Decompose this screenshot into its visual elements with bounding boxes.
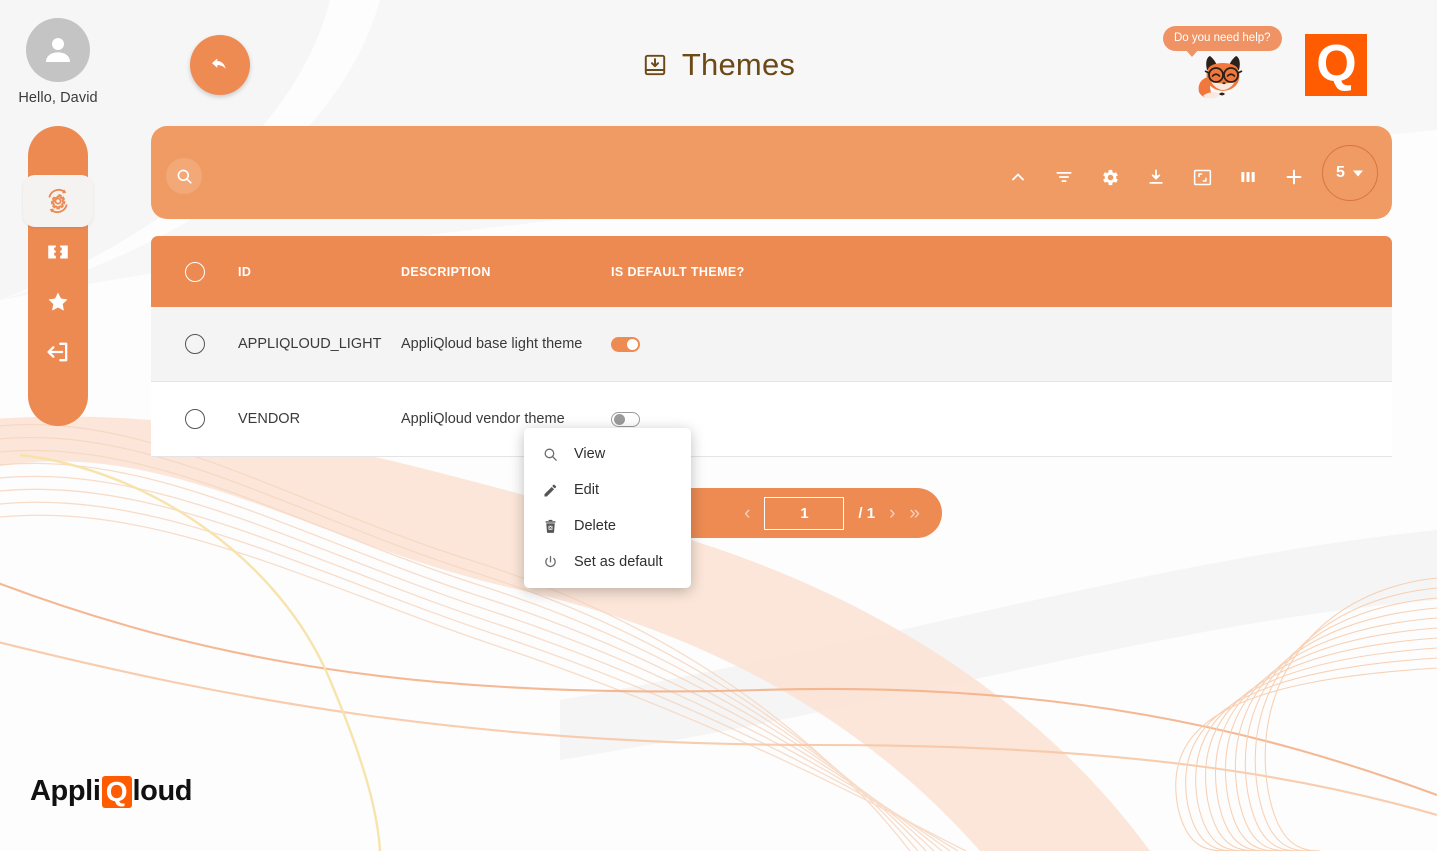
table-row[interactable]: VENDOR AppliQloud vendor theme bbox=[151, 382, 1392, 457]
chevron-up-icon bbox=[1008, 167, 1028, 187]
sidebar-item-tickets[interactable] bbox=[28, 227, 88, 277]
next-page-button[interactable]: › bbox=[889, 504, 895, 523]
menu-item-set-default[interactable]: Set as default bbox=[524, 544, 691, 580]
menu-item-label: Set as default bbox=[574, 554, 663, 570]
themes-table: ID DESCRIPTION IS DEFAULT THEME? APPLIQL… bbox=[151, 236, 1392, 457]
row-select-cell bbox=[151, 409, 238, 429]
brand-q-box: Q bbox=[102, 776, 132, 808]
download-icon bbox=[1146, 167, 1166, 187]
settings-button[interactable] bbox=[1090, 157, 1130, 197]
sidebar bbox=[28, 126, 88, 426]
search-button[interactable] bbox=[166, 158, 202, 194]
import-download-icon bbox=[642, 52, 668, 78]
page-title-text: Themes bbox=[682, 47, 795, 83]
menu-item-label: Edit bbox=[574, 482, 599, 498]
table-toolbar: 5 bbox=[151, 126, 1392, 219]
table-row[interactable]: APPLIQLOUD_LIGHT AppliQloud base light t… bbox=[151, 307, 1392, 382]
plus-icon bbox=[1283, 166, 1305, 188]
collapse-button[interactable] bbox=[998, 157, 1038, 197]
select-all-radio[interactable] bbox=[185, 262, 205, 282]
cell-id: VENDOR bbox=[238, 411, 401, 427]
brand-logo: Q bbox=[1305, 34, 1367, 96]
toolbar-actions: 5 bbox=[998, 153, 1378, 201]
row-select-radio[interactable] bbox=[185, 409, 205, 429]
footer-brand-logo: Appli Q loud bbox=[30, 775, 192, 808]
settings-sync-icon bbox=[43, 186, 73, 216]
cell-is-default bbox=[611, 412, 1392, 427]
cell-description: AppliQloud base light theme bbox=[401, 336, 611, 352]
column-header-description[interactable]: DESCRIPTION bbox=[401, 265, 611, 279]
filter-icon bbox=[1054, 167, 1074, 187]
trash-icon bbox=[542, 518, 559, 535]
rows-per-page-value: 5 bbox=[1336, 164, 1345, 182]
gear-icon bbox=[1100, 167, 1121, 188]
total-pages-label: / 1 bbox=[858, 505, 875, 522]
app-root: Hello, David bbox=[0, 0, 1437, 851]
cell-is-default bbox=[611, 337, 1392, 352]
column-header-is-default[interactable]: IS DEFAULT THEME? bbox=[611, 265, 1392, 279]
brand-logo-letter: Q bbox=[1316, 38, 1355, 90]
rows-per-page-select[interactable]: 5 bbox=[1322, 145, 1378, 201]
power-icon bbox=[542, 554, 559, 571]
is-default-toggle[interactable] bbox=[611, 337, 640, 352]
pencil-icon bbox=[542, 482, 559, 499]
columns-icon bbox=[1238, 167, 1258, 187]
magnifier-icon bbox=[542, 446, 559, 463]
select-all-cell bbox=[151, 262, 238, 282]
export-button[interactable] bbox=[1136, 157, 1176, 197]
menu-item-label: Delete bbox=[574, 518, 616, 534]
table-header-row: ID DESCRIPTION IS DEFAULT THEME? bbox=[151, 236, 1392, 307]
help-widget[interactable]: Do you need help? bbox=[1163, 22, 1293, 102]
help-bubble-text: Do you need help? bbox=[1163, 26, 1282, 51]
prev-page-button[interactable]: ‹ bbox=[744, 504, 750, 523]
user-block: Hello, David bbox=[0, 18, 116, 106]
ticket-icon bbox=[45, 239, 71, 265]
row-select-cell bbox=[151, 334, 238, 354]
columns-button[interactable] bbox=[1228, 157, 1268, 197]
fox-mascot-icon bbox=[1191, 52, 1261, 104]
fullscreen-icon bbox=[1192, 167, 1213, 188]
logout-icon bbox=[44, 338, 72, 366]
brand-text-part2: loud bbox=[133, 775, 193, 808]
brand-text-part1: Appli bbox=[30, 775, 101, 808]
sidebar-item-favorites[interactable] bbox=[28, 277, 88, 327]
caret-down-icon bbox=[1352, 167, 1364, 179]
avatar[interactable] bbox=[26, 18, 90, 82]
last-page-button[interactable]: » bbox=[909, 504, 920, 523]
column-header-id[interactable]: ID bbox=[238, 265, 401, 279]
sidebar-item-settings[interactable] bbox=[23, 175, 93, 227]
cell-description: AppliQloud vendor theme bbox=[401, 411, 611, 427]
menu-item-label: View bbox=[574, 446, 605, 462]
menu-item-view[interactable]: View bbox=[524, 436, 691, 472]
person-icon bbox=[40, 32, 76, 68]
sidebar-item-logout[interactable] bbox=[28, 327, 88, 377]
fullscreen-button[interactable] bbox=[1182, 157, 1222, 197]
menu-item-delete[interactable]: Delete bbox=[524, 508, 691, 544]
is-default-toggle[interactable] bbox=[611, 412, 640, 427]
back-button[interactable] bbox=[190, 35, 250, 95]
star-icon bbox=[45, 289, 71, 315]
cell-id: APPLIQLOUD_LIGHT bbox=[238, 336, 401, 352]
undo-arrow-icon bbox=[207, 52, 233, 78]
menu-item-edit[interactable]: Edit bbox=[524, 472, 691, 508]
greeting-text: Hello, David bbox=[0, 90, 116, 106]
row-context-menu: View Edit Delete bbox=[524, 428, 691, 588]
page-number-input[interactable] bbox=[764, 497, 844, 530]
row-select-radio[interactable] bbox=[185, 334, 205, 354]
add-button[interactable] bbox=[1274, 157, 1314, 197]
search-icon bbox=[175, 167, 194, 186]
filter-button[interactable] bbox=[1044, 157, 1084, 197]
